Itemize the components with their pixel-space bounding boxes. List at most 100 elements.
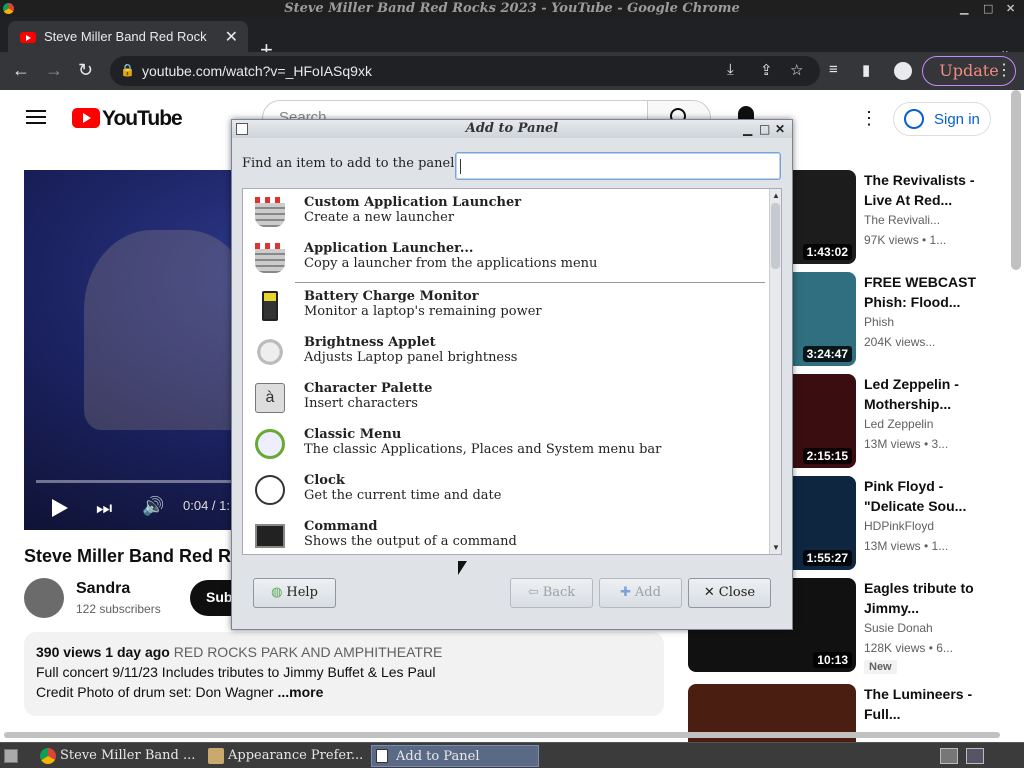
volume-icon[interactable]: 🔊 (142, 496, 164, 517)
close-window-icon[interactable]: ✕ (1006, 0, 1015, 17)
hamburger-menu-icon[interactable] (26, 110, 46, 124)
related-title[interactable]: The Lumineers - Full... (864, 684, 994, 724)
video-progress-bar[interactable] (36, 480, 236, 483)
panel-item-list[interactable]: Custom Application Launcher Create a new … (242, 188, 782, 555)
dialog-maximize-icon[interactable]: □ (759, 120, 770, 138)
related-title[interactable]: FREE WEBCAST Phish: Flood... (864, 272, 994, 312)
related-title[interactable]: Eagles tribute to Jimmy... (864, 578, 994, 618)
scroll-up-arrow-icon[interactable]: ▲ (772, 191, 780, 200)
related-meta: 97K views • 1... (864, 233, 947, 247)
panel-item[interactable]: à Character Palette Insert characters (243, 375, 769, 421)
find-item-input[interactable] (455, 152, 781, 180)
panel-item[interactable]: Classic Menu The classic Applications, Pl… (243, 421, 769, 467)
lock-icon[interactable]: 🔒 (120, 63, 135, 77)
back-arrow-icon[interactable]: ← (12, 60, 30, 80)
channel-name[interactable]: Sandra (76, 580, 130, 598)
profile-avatar-icon[interactable] (894, 62, 912, 80)
media-controls-icon[interactable]: ≡ (829, 61, 838, 78)
panel-item[interactable]: Application Launcher... Copy a launcher f… (243, 235, 769, 281)
maximize-window-icon[interactable]: □ (983, 0, 993, 17)
next-video-icon[interactable]: ⏭ (96, 498, 112, 518)
dialog-minimize-icon[interactable]: ▁ (743, 120, 752, 138)
add-to-panel-icon (376, 749, 388, 763)
workspace-2-icon[interactable] (966, 748, 984, 764)
scroll-down-arrow-icon[interactable]: ▼ (772, 543, 780, 552)
panel-item-name: Clock (304, 473, 345, 488)
battery-icon (262, 291, 278, 321)
related-title[interactable]: Pink Floyd - "Delicate Sou... (864, 476, 994, 516)
panel-item-list-viewport: Custom Application Launcher Create a new … (243, 189, 769, 554)
more-link[interactable]: ...more (277, 684, 323, 700)
close-button[interactable]: ✕ Close (688, 578, 771, 608)
panel-item[interactable]: Command Shows the output of a command (243, 513, 769, 554)
taskbar-item-chrome[interactable]: Steve Miller Band ... (36, 745, 198, 767)
list-separator (295, 282, 765, 283)
youtube-logo-text[interactable]: YouTube (102, 107, 183, 131)
classic-menu-icon (255, 429, 285, 459)
launcher-icon (255, 243, 285, 273)
related-channel[interactable]: Susie Donah (864, 621, 933, 635)
related-title[interactable]: Led Zeppelin - Mothership... (864, 374, 994, 414)
related-meta: 204K views... (864, 335, 936, 349)
add-plus-icon: ✚ (620, 585, 631, 600)
forward-arrow-icon[interactable]: → (45, 60, 63, 80)
close-tab-icon[interactable]: ✕ (225, 27, 238, 47)
horizontal-scrollbar[interactable] (4, 732, 1000, 738)
main-menu-icon[interactable] (4, 749, 18, 763)
install-app-icon[interactable]: ⤓ (727, 61, 734, 78)
related-channel[interactable]: The Revivali... (864, 213, 940, 227)
video-description[interactable]: 390 views 1 day ago RED ROCKS PARK AND A… (24, 632, 664, 716)
dialog-close-icon[interactable]: ✕ (775, 120, 785, 138)
panel-item-name: Command (304, 519, 378, 534)
related-channel[interactable]: HDPinkFloyd (864, 519, 934, 533)
desc-location[interactable]: RED ROCKS PARK AND AMPHITHEATRE (174, 644, 443, 660)
related-meta: 13M views • 1... (864, 539, 949, 553)
back-button[interactable]: ⇦ Back (510, 578, 593, 608)
play-icon[interactable] (52, 499, 68, 517)
panel-item[interactable]: Battery Charge Monitor Monitor a laptop's… (243, 283, 769, 329)
taskbar-item-add-to-panel[interactable]: Add to Panel (371, 745, 539, 767)
related-title[interactable]: The Revivalists - Live At Red... (864, 170, 994, 210)
back-arrow-icon: ⇦ (527, 585, 539, 600)
scrollbar-thumb[interactable] (771, 203, 780, 269)
reload-icon[interactable]: ↻ (78, 60, 93, 80)
share-icon[interactable]: ⇪ (760, 61, 773, 79)
settings-kebab-icon[interactable]: ⋮ (860, 108, 878, 129)
address-bar[interactable]: 🔒 youtube.com/watch?v=_HFoIASq9xk (110, 56, 820, 86)
sign-in-label: Sign in (934, 111, 980, 128)
related-meta: 13M views • 3... (864, 437, 949, 451)
taskbar-label-chrome: Steve Miller Band ... (60, 748, 196, 763)
dialog-title-bar[interactable]: Add to Panel ▁ □ ✕ (232, 120, 792, 138)
side-panel-icon[interactable]: ▮ (862, 61, 870, 79)
chrome-menu-icon[interactable]: ⋮ (996, 60, 1012, 80)
panel-item[interactable]: Clock Get the current time and date (243, 467, 769, 513)
sign-in-button[interactable]: Sign in (893, 102, 991, 136)
help-button[interactable]: ◍ Help (253, 578, 336, 608)
panel-item[interactable]: Brightness Applet Adjusts Laptop panel br… (243, 329, 769, 375)
add-to-panel-dialog: Add to Panel ▁ □ ✕ Find an item to add t… (231, 119, 793, 630)
brightness-icon (255, 337, 285, 367)
address-url: youtube.com/watch?v=_HFoIASq9xk (142, 63, 372, 79)
taskbar-item-appearance[interactable]: Appearance Prefer... (204, 745, 366, 767)
back-label: Back (542, 585, 576, 600)
page-scrollbar[interactable] (1011, 90, 1021, 270)
youtube-logo-icon[interactable] (72, 108, 100, 128)
add-button[interactable]: ✚ Add (599, 578, 682, 608)
panel-item-name: Classic Menu (304, 427, 402, 442)
panel-item[interactable]: Custom Application Launcher Create a new … (243, 189, 769, 235)
minimize-window-icon[interactable]: ▁ (960, 0, 968, 17)
list-scrollbar[interactable]: ▲ ▼ (769, 189, 781, 554)
bookmark-star-icon[interactable]: ☆ (790, 61, 803, 79)
related-channel[interactable]: Led Zeppelin (864, 417, 933, 431)
panel-item-description: Insert characters (304, 396, 418, 411)
command-icon (255, 524, 285, 548)
related-channel[interactable]: Phish (864, 315, 894, 329)
panel-item-description: The classic Applications, Places and Sys… (304, 442, 662, 457)
workspace-1-icon[interactable] (940, 748, 958, 764)
channel-avatar[interactable] (24, 578, 64, 618)
help-lifebuoy-icon: ◍ (271, 585, 283, 600)
related-duration: 2:15:15 (802, 448, 852, 464)
browser-tab[interactable]: Steve Miller Band Red Rock ✕ (8, 21, 248, 52)
related-duration: 3:24:47 (802, 346, 852, 362)
panel-item-name: Brightness Applet (304, 335, 436, 350)
